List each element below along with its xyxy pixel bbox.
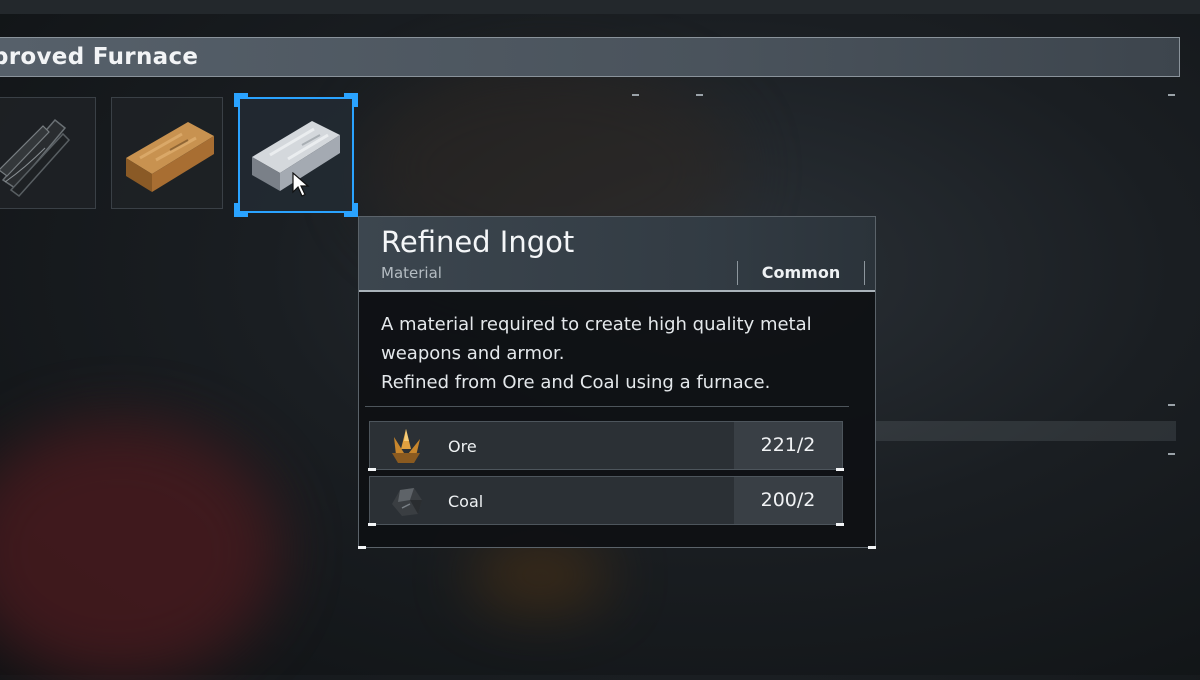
row-corner-tick [368, 523, 376, 526]
top-bar [0, 0, 1200, 14]
item-tooltip: Refined Ingot Material Common A material… [358, 216, 876, 549]
decor-dash [1168, 94, 1175, 96]
station-title: proved Furnace [0, 44, 199, 70]
row-corner-tick [836, 468, 844, 471]
material-row-ore: Ore 221/2 [368, 421, 844, 471]
material-name: Ore [448, 437, 477, 456]
background-panel-strip [876, 421, 1176, 441]
material-count: 200/2 [734, 477, 842, 524]
description-line: weapons and armor. [381, 343, 565, 364]
tooltip-header: Refined Ingot Material Common [359, 217, 875, 292]
fiber-bundle-icon [0, 118, 71, 198]
item-description: A material required to create high quali… [381, 310, 861, 397]
background-red-glow [0, 420, 280, 680]
coal-icon [392, 488, 422, 516]
decor-dash [1168, 404, 1175, 406]
decor-dash [1168, 453, 1175, 455]
decor-dash [632, 94, 639, 96]
item-slot-fiber[interactable] [0, 97, 96, 209]
item-category: Material [381, 264, 442, 282]
item-slot-copper-ingot[interactable] [111, 97, 223, 209]
row-corner-tick [368, 468, 376, 471]
decor-dash [696, 94, 703, 96]
row-corner-tick [836, 523, 844, 526]
background-orange-glow [470, 540, 610, 610]
material-count: 221/2 [734, 422, 842, 469]
tooltip-corner-tick [868, 546, 876, 549]
description-line: Refined from Ore and Coal using a furnac… [381, 372, 771, 393]
tooltip-corner-tick [358, 546, 366, 549]
material-name: Coal [448, 492, 484, 511]
divider [365, 406, 849, 407]
description-line: A material required to create high quali… [381, 314, 812, 335]
ore-icon [392, 429, 420, 463]
mouse-cursor-icon [292, 172, 310, 197]
crafting-station-header: proved Furnace [0, 37, 1180, 77]
rarity-badge: Common [737, 261, 865, 285]
copper-ingot-icon [126, 122, 214, 192]
item-title: Refined Ingot [381, 225, 575, 259]
material-row-coal: Coal 200/2 [368, 476, 844, 526]
